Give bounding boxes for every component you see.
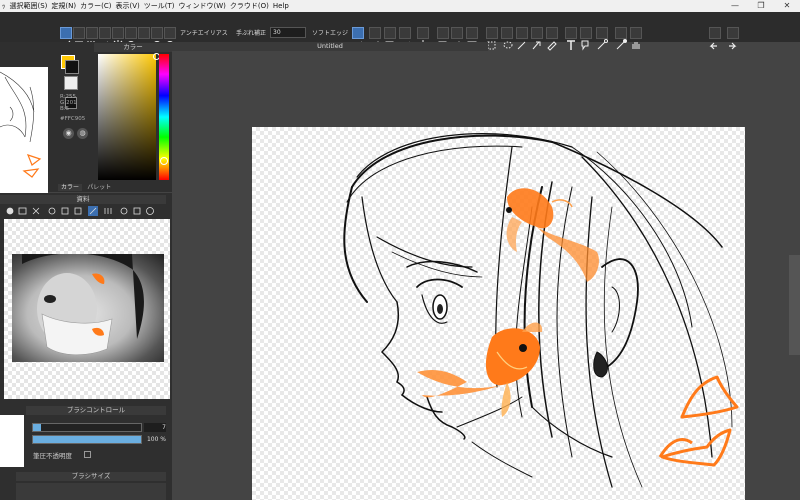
menu-cloud[interactable]: クラウド(O) bbox=[228, 1, 271, 11]
minimize-button[interactable]: — bbox=[722, 0, 748, 12]
brush-size-fill bbox=[33, 424, 41, 431]
brush-size-value[interactable]: 7 bbox=[144, 423, 166, 432]
material-panel: 資料 bbox=[0, 193, 172, 403]
tab-palette[interactable]: パレット bbox=[84, 184, 114, 191]
material-view[interactable] bbox=[4, 219, 170, 399]
pressure-opacity-checkbox[interactable] bbox=[84, 451, 91, 458]
menu-view[interactable]: 表示(V) bbox=[113, 1, 141, 11]
menu-ruler[interactable]: 定規(N) bbox=[49, 1, 78, 11]
transparent-color-swatch[interactable] bbox=[64, 76, 78, 90]
brush-opacity-slider[interactable] bbox=[32, 435, 142, 444]
secondary-color-swatch[interactable] bbox=[65, 60, 79, 74]
material-toolbar bbox=[4, 205, 166, 217]
color-panel: カラー R:255 G:201 B:5 #FFC905 ◉ ◍ カラー パレット bbox=[56, 42, 172, 192]
menu-file[interactable]: ｯ bbox=[0, 1, 8, 11]
maximize-button[interactable]: ❐ bbox=[748, 0, 774, 12]
brush-size-panel: ブラシサイズ bbox=[0, 469, 172, 500]
hex-value: #FFC905 bbox=[60, 116, 86, 122]
color-tabs: カラー パレット bbox=[58, 182, 172, 191]
brush-size-panel-title: ブラシサイズ bbox=[16, 472, 166, 481]
color-panel-title: カラー bbox=[94, 43, 172, 52]
tab-color[interactable]: カラー bbox=[58, 184, 83, 191]
brush-control-title: ブラシコントロール bbox=[26, 406, 166, 415]
menu-window[interactable]: ウィンドウ(W) bbox=[176, 1, 227, 11]
pressure-opacity-label: 筆圧不透明度 bbox=[33, 452, 72, 460]
reference-image bbox=[12, 253, 164, 362]
color-set-icon[interactable]: ◉ bbox=[63, 128, 74, 139]
toolbar: アンチエイリアス 手ぶれ補正 30 ソフトエッジ bbox=[0, 12, 800, 52]
menu-color[interactable]: カラー(C) bbox=[78, 1, 113, 11]
reference-image-drawing bbox=[22, 253, 144, 356]
drawing-canvas[interactable] bbox=[252, 127, 745, 500]
menu-tool[interactable]: ツール(T) bbox=[142, 1, 177, 11]
material-panel-title: 資料 bbox=[0, 195, 166, 204]
brush-size-slider[interactable] bbox=[32, 423, 142, 432]
brush-control-panel: ブラシコントロール 7 100 % 筆圧不透明度 bbox=[0, 403, 172, 469]
hue-cursor[interactable] bbox=[160, 157, 168, 165]
document-tab[interactable]: Untitled bbox=[172, 42, 488, 51]
brush-opacity-value[interactable]: 100 % bbox=[144, 435, 166, 444]
vertical-scrollbar[interactable] bbox=[789, 255, 800, 355]
rgb-readout: R:255 G:201 B:5 bbox=[60, 94, 77, 112]
saturation-value-field[interactable] bbox=[98, 54, 156, 180]
brush-size-presets[interactable] bbox=[16, 483, 166, 500]
b-value: B:5 bbox=[60, 106, 70, 112]
close-button[interactable]: ✕ bbox=[774, 0, 800, 12]
navigator-panel bbox=[0, 42, 56, 232]
menu-select[interactable]: 選択範囲(S) bbox=[8, 1, 50, 11]
artwork bbox=[343, 133, 739, 488]
material-toolbar-icons bbox=[6, 206, 154, 216]
window-controls: — ❐ ✕ bbox=[722, 0, 800, 12]
brush-preview bbox=[0, 415, 24, 467]
menu-help[interactable]: Help bbox=[271, 2, 291, 10]
brush-opacity-fill bbox=[33, 436, 141, 443]
color-history-icon[interactable]: ◍ bbox=[77, 128, 88, 139]
menu-bar: ｯ 選択範囲(S) 定規(N) カラー(C) 表示(V) ツール(T) ウィンド… bbox=[0, 0, 800, 12]
